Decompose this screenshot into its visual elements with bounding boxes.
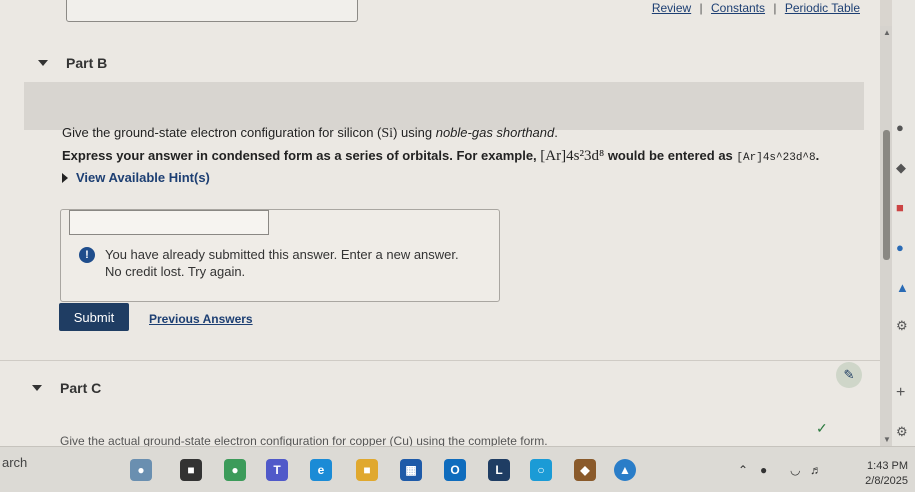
app-icon[interactable]: ○ xyxy=(530,459,552,481)
teams-icon[interactable]: T xyxy=(266,459,288,481)
taskbar: arch ● ■ ● T e ■ ▦ O L ○ ◆ ▲ ⌃ ● ◡ ♬ 1:4… xyxy=(0,446,915,492)
chevron-up-icon[interactable]: ⌃ xyxy=(738,463,748,477)
app-icon[interactable]: L xyxy=(488,459,510,481)
submit-button[interactable]: Submit xyxy=(59,303,129,331)
folder-icon[interactable]: ■ xyxy=(356,459,378,481)
top-links: Review | Constants | Periodic Table xyxy=(652,1,860,15)
wifi-icon[interactable]: ◡ xyxy=(790,463,800,477)
scroll-thumb[interactable] xyxy=(883,130,890,260)
warning-line-2: No credit lost. Try again. xyxy=(105,264,246,279)
review-link[interactable]: Review xyxy=(652,1,691,15)
warning-message: You have already submitted this answer. … xyxy=(105,246,495,280)
clock[interactable]: 1:43 PM 2/8/2025 xyxy=(858,459,908,489)
instruction-text-end: . xyxy=(815,148,820,163)
app-icon[interactable]: ▲ xyxy=(614,459,636,481)
outlook-icon[interactable]: O xyxy=(444,459,466,481)
sidebar-app-icon[interactable]: ⚙ xyxy=(896,318,908,334)
part-b-header[interactable]: Part B xyxy=(24,45,864,81)
scroll-up-icon[interactable]: ▲ xyxy=(883,28,891,37)
caret-right-icon xyxy=(62,172,68,183)
instruction-code: [Ar]4s^23d^8 xyxy=(736,152,816,164)
instruction-text-mid: would be entered as xyxy=(607,148,733,163)
warning-line-1: You have already submitted this answer. … xyxy=(105,247,459,262)
element-symbol: Si xyxy=(381,126,394,141)
caret-down-icon xyxy=(32,385,42,391)
section-divider xyxy=(0,360,880,361)
constants-link[interactable]: Constants xyxy=(711,1,765,15)
top-strip: Review | Constants | Periodic Table xyxy=(0,0,880,26)
scroll-down-icon[interactable]: ▼ xyxy=(883,435,891,444)
part-b-question: Give the ground-state electron configura… xyxy=(62,125,558,142)
chat-icon[interactable]: ✎ xyxy=(836,362,862,388)
sidebar-app-icon[interactable]: ● xyxy=(896,240,904,255)
clock-date: 2/8/2025 xyxy=(865,475,908,487)
browser-page: Review | Constants | Periodic Table Part… xyxy=(0,0,880,446)
part-c-question: Give the actual ground-state electron co… xyxy=(60,434,548,446)
app-icon[interactable]: ● xyxy=(130,459,152,481)
tray-app-icon[interactable]: ● xyxy=(760,463,767,477)
link-separator: | xyxy=(773,1,777,15)
question-emphasis: noble-gas shorthand xyxy=(435,125,555,140)
add-icon[interactable]: + xyxy=(896,384,905,402)
periodic-table-link[interactable]: Periodic Table xyxy=(785,1,860,15)
gear-icon[interactable]: ⚙ xyxy=(896,424,908,440)
taskbar-search[interactable]: arch xyxy=(2,455,27,470)
part-c-title: Part C xyxy=(60,380,102,396)
scrollbar[interactable]: ▲ ▼ xyxy=(880,26,892,446)
app-icon[interactable]: ◆ xyxy=(574,459,596,481)
sidebar-app-icon[interactable]: ◆ xyxy=(896,160,906,176)
store-icon[interactable]: ▦ xyxy=(400,459,422,481)
warning-icon: ! xyxy=(79,247,95,263)
hint-label: View Available Hint(s) xyxy=(76,170,210,185)
part-b-instruction: Express your answer in condensed form as… xyxy=(62,148,819,165)
edge-icon[interactable]: e xyxy=(310,459,332,481)
instruction-example: [Ar]4s²3d⁸ xyxy=(540,148,605,164)
browser-sidebar: ● ◆ ■ ● ▲ ⚙ + ⚙ xyxy=(892,0,915,446)
caret-down-icon xyxy=(38,60,48,66)
sidebar-app-icon[interactable]: ▲ xyxy=(896,280,909,295)
check-icon: ✓ xyxy=(816,420,828,436)
clock-time: 1:43 PM xyxy=(867,460,908,472)
answer-input[interactable] xyxy=(69,210,269,235)
sidebar-app-icon[interactable]: ■ xyxy=(896,200,904,215)
task-view-icon[interactable]: ■ xyxy=(180,459,202,481)
question-area xyxy=(24,82,864,130)
question-text-end: . xyxy=(554,125,558,140)
question-text-pre: Give the ground-state electron configura… xyxy=(62,125,382,140)
previous-answers-link[interactable]: Previous Answers xyxy=(149,312,253,326)
answer-box: ! You have already submitted this answer… xyxy=(60,209,500,302)
view-hints-toggle[interactable]: View Available Hint(s) xyxy=(62,170,210,185)
question-text-mid: ) using xyxy=(393,125,436,140)
app-icon[interactable]: ● xyxy=(224,459,246,481)
part-c-header[interactable]: Part C xyxy=(10,372,850,404)
link-separator: | xyxy=(699,1,703,15)
sidebar-app-icon[interactable]: ● xyxy=(896,120,904,135)
volume-icon[interactable]: ♬ xyxy=(810,463,822,477)
part-b-title: Part B xyxy=(66,55,108,71)
instruction-text-pre: Express your answer in condensed form as… xyxy=(62,148,537,163)
previous-part-answer-box xyxy=(66,0,358,22)
